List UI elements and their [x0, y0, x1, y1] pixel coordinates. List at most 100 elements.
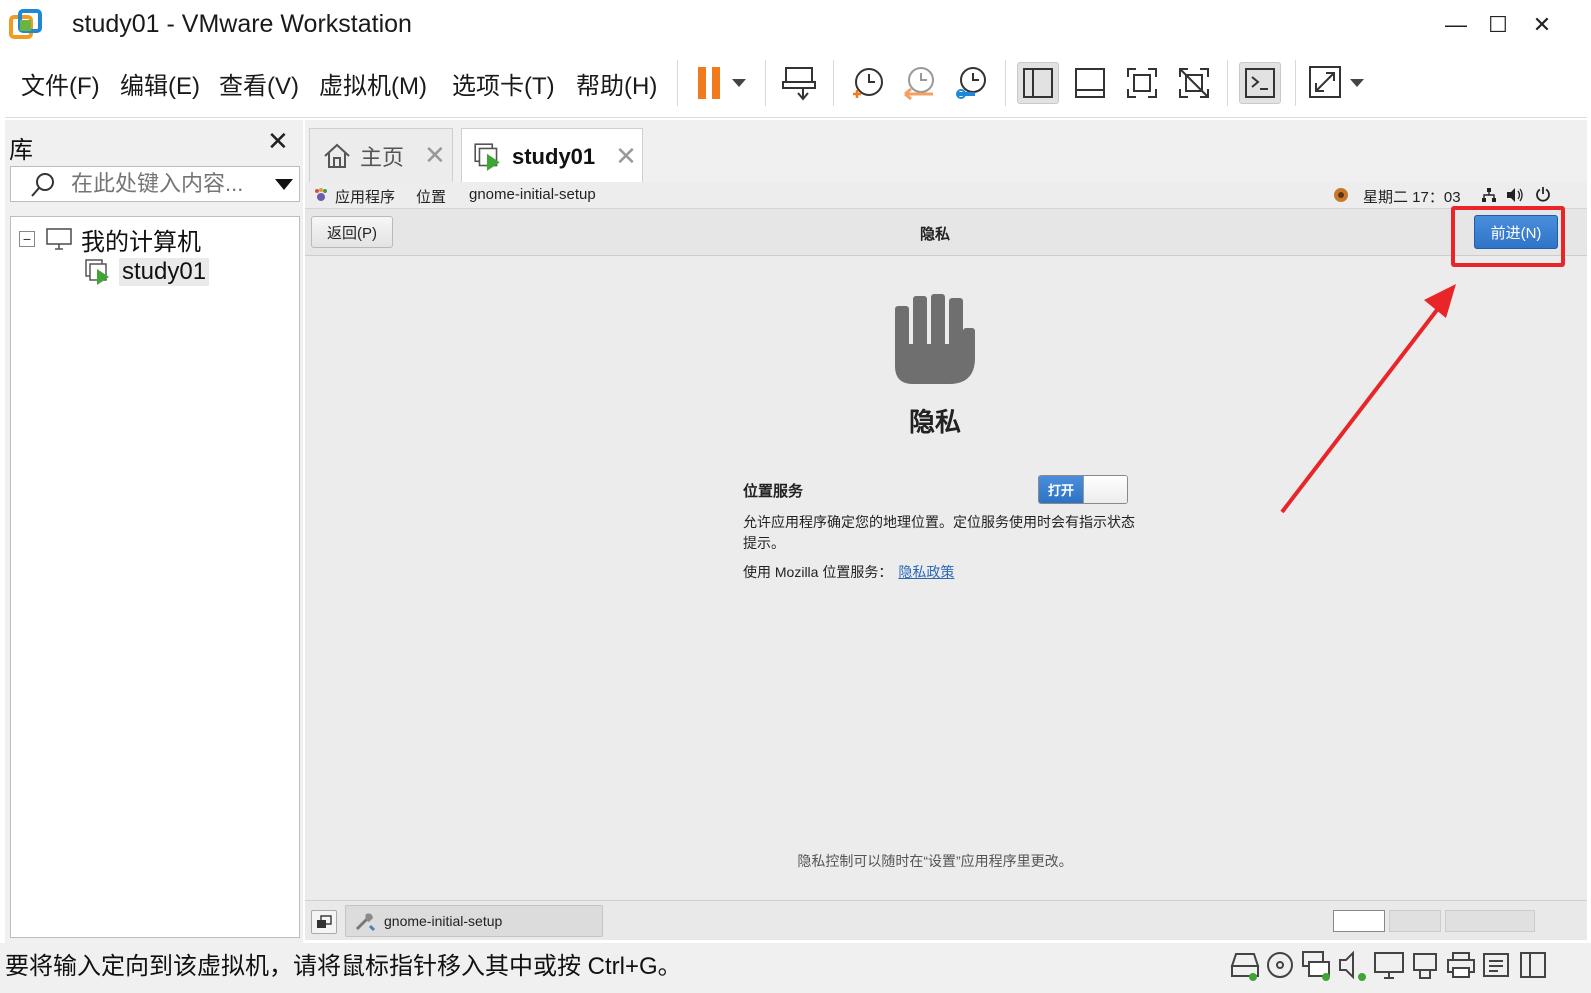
toolbar-separator	[1227, 60, 1228, 106]
tree-vm-label: study01	[119, 258, 210, 286]
highlight-annotation-box	[1451, 206, 1565, 267]
toolbar-separator	[1005, 60, 1006, 106]
show-desktop-button[interactable]	[311, 910, 337, 934]
sound-card-icon[interactable]	[1336, 948, 1370, 982]
tab-home[interactable]: 主页 ✕	[309, 128, 453, 182]
full-screen-button[interactable]	[1121, 62, 1163, 104]
library-title: 库	[9, 137, 33, 164]
tree-root-label: 我的计算机	[81, 228, 201, 256]
gnome-top-bar: 应用程序 位置 gnome-initial-setup 星期二 17：03	[305, 182, 1587, 208]
search-dropdown-icon[interactable]	[275, 179, 293, 190]
send-keys-icon	[782, 67, 816, 101]
tab-home-label: 主页	[360, 144, 405, 170]
tree-item-my-computer[interactable]: − 我的计算机	[19, 223, 201, 256]
power-icon[interactable]	[1535, 186, 1551, 202]
workspace-2[interactable]	[1389, 910, 1441, 932]
privacy-hand-icon	[895, 294, 975, 384]
network-icon[interactable]	[1481, 187, 1497, 203]
collapse-icon[interactable]: −	[19, 231, 35, 247]
maximize-button[interactable]: ☐	[1478, 10, 1518, 40]
printer-icon[interactable]	[1444, 948, 1478, 982]
gnome-clock[interactable]: 星期二 17：03	[1363, 186, 1461, 207]
menu-tabs[interactable]: 选项卡(T)	[452, 66, 555, 101]
volume-icon[interactable]	[1506, 187, 1524, 203]
usb-device-icon[interactable]	[1408, 948, 1442, 982]
pause-button[interactable]	[685, 62, 755, 104]
computer-icon	[46, 228, 72, 250]
vm-running-icon	[85, 259, 109, 285]
privacy-policy-link[interactable]: 隐私政策	[898, 564, 954, 580]
snapshot-manager-button[interactable]	[951, 62, 993, 104]
show-thumbnail-bar-button[interactable]	[1069, 62, 1111, 104]
revert-snapshot-button[interactable]	[899, 62, 941, 104]
gnome-places-menu[interactable]: 位置	[416, 186, 446, 207]
setup-tools-icon	[355, 913, 376, 932]
show-library-button[interactable]	[1017, 62, 1059, 104]
mozilla-location-text: 使用 Mozilla 位置服务：	[743, 564, 893, 580]
setup-header-bar: 返回(P) 隐私 前进(N)	[305, 208, 1587, 256]
tab-study01-close-icon[interactable]: ✕	[615, 141, 637, 172]
library-search	[10, 166, 300, 202]
minimize-button[interactable]: —	[1436, 10, 1476, 40]
page-title: 隐私	[908, 407, 961, 437]
menu-view[interactable]: 查看(V)	[219, 66, 299, 101]
gnome-applications-menu[interactable]: 应用程序	[335, 186, 395, 207]
guest-screen[interactable]: 应用程序 位置 gnome-initial-setup 星期二 17：03 返回…	[305, 182, 1587, 940]
tab-study01-label: study01	[512, 143, 596, 169]
vm-running-icon	[474, 142, 500, 171]
menu-vm[interactable]: 虚拟机(M)	[319, 66, 427, 101]
library-close-button[interactable]: ✕	[267, 126, 289, 157]
network-adapter-icon[interactable]	[1300, 948, 1334, 982]
location-services-label: 位置服务	[743, 483, 804, 500]
toolbar-separator	[765, 60, 766, 106]
library-search-input[interactable]	[71, 171, 261, 197]
taskbar-task-label: gnome-initial-setup	[384, 913, 503, 929]
send-ctrl-alt-del-button[interactable]	[779, 62, 821, 104]
thumbnail-layout-icon	[1075, 68, 1105, 98]
menu-file[interactable]: 文件(F)	[21, 66, 100, 101]
gnome-foot-icon	[315, 188, 327, 201]
stretch-guest-button[interactable]	[1305, 62, 1369, 104]
tab-strip: 主页 ✕ study01 ✕	[305, 120, 1587, 184]
mozilla-location-line: 使用 Mozilla 位置服务： 隐私政策	[743, 562, 954, 582]
gnome-bottom-bar: gnome-initial-setup	[305, 900, 1587, 940]
toolbar-separator	[1295, 60, 1296, 106]
hard-disk-icon[interactable]	[1228, 948, 1262, 982]
display-icon[interactable]	[1372, 948, 1406, 982]
toggle-knob[interactable]	[1083, 476, 1127, 503]
snapshot-manager-icon	[956, 67, 986, 99]
privacy-footer-note: 隐私控制可以随时在“设置”应用程序里更改。	[797, 853, 1073, 869]
menu-edit[interactable]: 编辑(E)	[120, 66, 200, 101]
revert-snapshot-icon	[904, 67, 934, 101]
window-title: study01 - VMware Workstation	[72, 10, 412, 38]
take-snapshot-button[interactable]	[847, 62, 889, 104]
workspace-1[interactable]	[1333, 910, 1385, 932]
tree-item-study01[interactable]: study01	[83, 255, 210, 289]
toggle-on-label: 打开	[1039, 476, 1083, 503]
menu-help[interactable]: 帮助(H)	[576, 66, 657, 101]
location-services-toggle[interactable]: 打开	[1038, 475, 1128, 504]
tab-home-close-icon[interactable]: ✕	[424, 140, 446, 171]
cd-dvd-icon[interactable]	[1264, 948, 1298, 982]
unity-icon	[1179, 68, 1209, 98]
close-button[interactable]: ✕	[1522, 10, 1562, 40]
message-log-icon[interactable]	[1480, 948, 1514, 982]
workspace-3[interactable]	[1445, 910, 1535, 932]
toolbar-separator	[677, 60, 678, 106]
show-desktop-icon	[317, 915, 332, 928]
status-bar: 要将输入定向到该虚拟机，请将鼠标指针移入其中或按 Ctrl+G。	[0, 943, 1591, 993]
pause-icon	[698, 67, 746, 99]
taskbar-task-gnome-initial-setup[interactable]: gnome-initial-setup	[345, 905, 603, 937]
notification-icon	[1334, 188, 1348, 202]
toolbar-separator	[833, 60, 834, 106]
console-view-button[interactable]	[1239, 62, 1281, 104]
unity-mode-button[interactable]	[1173, 62, 1215, 104]
library-layout-icon	[1023, 68, 1053, 98]
library-panel: 库 ✕ − 我的计算机 study01	[5, 120, 303, 943]
terminal-icon	[1245, 68, 1275, 98]
vmware-logo-icon	[9, 9, 42, 39]
library-tree: − 我的计算机 study01	[10, 216, 300, 938]
gnome-app-name: gnome-initial-setup	[469, 186, 596, 203]
fullscreen-toggle-icon[interactable]	[1516, 948, 1550, 982]
tab-study01[interactable]: study01 ✕	[461, 128, 643, 184]
